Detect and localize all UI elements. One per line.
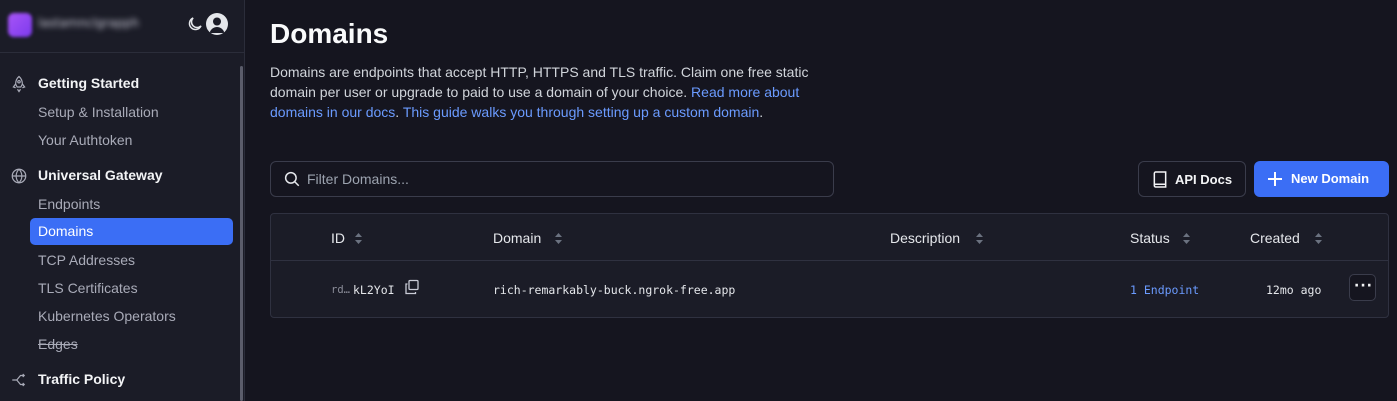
page-description: Domains are endpoints that accept HTTP, … [270, 62, 850, 122]
domain-id-prefix: rd… [331, 284, 350, 296]
description-separator: . [395, 104, 403, 120]
row-actions-button[interactable]: ··· [1349, 274, 1376, 301]
filter-domains-input[interactable] [307, 168, 807, 190]
table-header: ID Domain Description Status Created [271, 214, 1388, 261]
description-end: . [759, 104, 764, 120]
column-header-created[interactable]: Created [1250, 230, 1300, 246]
domains-table: ID Domain Description Status Created rd…… [270, 213, 1389, 318]
sidebar-item-label: Your Authtoken [38, 132, 133, 148]
section-label: Getting Started [38, 75, 140, 91]
sidebar-item-tls-certificates[interactable]: TLS Certificates [30, 275, 233, 302]
traffic-policy-icon [12, 373, 26, 387]
account-name[interactable]: lastamnclgrapph [38, 16, 168, 34]
sidebar-item-setup[interactable]: Setup & Installation [30, 99, 233, 126]
sort-icon[interactable] [1314, 232, 1323, 245]
sidebar-item-endpoints[interactable]: Endpoints [30, 191, 233, 218]
filter-domains[interactable] [270, 161, 834, 197]
sidebar-item-edges[interactable]: Edges [30, 331, 233, 358]
domain-status-link[interactable]: 1 Endpoint [1130, 283, 1199, 297]
section-universal-gateway[interactable]: Universal Gateway [0, 164, 240, 188]
sort-icon[interactable] [1182, 232, 1191, 245]
column-header-id[interactable]: ID [331, 230, 345, 246]
sidebar-item-label: Endpoints [38, 196, 101, 212]
section-traffic-policy[interactable]: Traffic Policy [0, 368, 240, 392]
section-label: Traffic Policy [38, 371, 126, 387]
user-avatar-icon[interactable] [206, 13, 228, 35]
new-domain-label: New Domain [1291, 171, 1370, 186]
custom-domain-guide-link[interactable]: This guide walks you through setting up … [403, 104, 759, 120]
sort-icon[interactable] [554, 232, 563, 245]
sidebar-item-label: Kubernetes Operators [38, 308, 176, 324]
book-icon [1153, 171, 1167, 188]
sort-icon[interactable] [975, 232, 984, 245]
api-docs-button[interactable]: API Docs [1138, 161, 1246, 197]
sidebar-item-label: TLS Certificates [38, 280, 138, 296]
more-icon: ··· [1354, 278, 1373, 294]
copy-icon[interactable] [404, 279, 420, 295]
column-header-domain[interactable]: Domain [493, 230, 541, 246]
sidebar-scrollbar[interactable] [240, 66, 243, 401]
sidebar-item-label: Edges [38, 336, 78, 352]
sidebar-item-domains[interactable]: Domains [30, 218, 233, 245]
sidebar-item-authtoken[interactable]: Your Authtoken [30, 127, 233, 154]
api-docs-label: API Docs [1175, 172, 1233, 187]
moon-icon[interactable] [186, 15, 204, 33]
section-label: Universal Gateway [38, 167, 163, 183]
new-domain-button[interactable]: New Domain [1254, 161, 1389, 197]
account-avatar[interactable] [8, 13, 32, 37]
sidebar: lastamnclgrapph Getting Started Setup & … [0, 0, 245, 401]
sort-icon[interactable] [354, 232, 363, 245]
account-bar: lastamnclgrapph [0, 0, 245, 53]
domain-id-suffix: kL2YoI [353, 283, 395, 297]
globe-icon [11, 168, 27, 184]
rocket-icon [12, 75, 26, 93]
sidebar-item-kubernetes-operators[interactable]: Kubernetes Operators [30, 303, 233, 330]
column-header-description[interactable]: Description [890, 230, 960, 246]
sidebar-item-label: TCP Addresses [38, 252, 136, 268]
search-icon [284, 171, 300, 187]
column-header-status[interactable]: Status [1130, 230, 1170, 246]
section-getting-started[interactable]: Getting Started [0, 72, 240, 96]
domain-name[interactable]: rich-remarkably-buck.ngrok-free.app [493, 283, 735, 297]
page-title: Domains [270, 18, 389, 49]
sidebar-item-tcp-addresses[interactable]: TCP Addresses [30, 247, 233, 274]
domain-created: 12mo ago [1266, 283, 1322, 297]
plus-icon [1268, 172, 1282, 186]
sidebar-item-label: Domains [38, 223, 94, 239]
sidebar-item-label: Setup & Installation [38, 104, 159, 120]
